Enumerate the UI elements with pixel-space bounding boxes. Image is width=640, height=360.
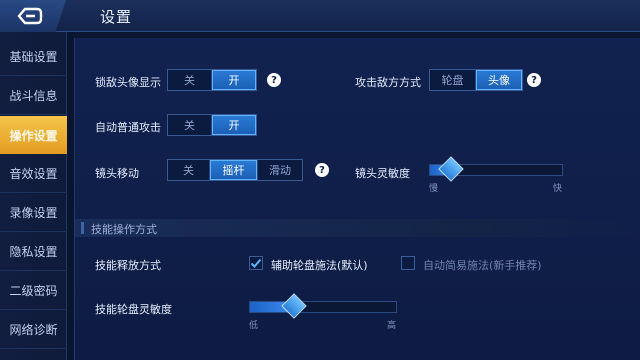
auto-attack-toggle: 关 开 [167, 114, 257, 136]
settings-panel: 锁敌头像显示 关 开 ? 攻击敌方方式 轮盘 头像 ? 自动普通攻击 关 开 镜… [74, 38, 640, 360]
cast-mode-label: 技能释放方式 [95, 259, 161, 272]
checkmark-icon [250, 258, 262, 268]
lock-avatar-on-option[interactable]: 开 [212, 70, 256, 90]
page-title: 设置 [100, 8, 133, 26]
settings-sidebar: 基础设置 战斗信息 操作设置 音效设置 录像设置 隐私设置 二级密码 网络诊断 [0, 32, 67, 360]
sidebar-item-sound[interactable]: 音效设置 [0, 155, 67, 193]
top-bar: 设置 [0, 0, 640, 32]
back-button[interactable] [0, 0, 66, 32]
camera-sensitivity-min-label: 慢 [429, 184, 439, 194]
skill-section-title: 技能操作方式 [91, 223, 157, 236]
cast-mode-assist-label[interactable]: 辅助轮盘施法(默认) [271, 257, 368, 273]
lock-avatar-toggle: 关 开 [167, 69, 257, 91]
back-arrow-icon [17, 7, 43, 25]
camera-sensitivity-thumb[interactable] [438, 156, 464, 182]
auto-attack-label: 自动普通攻击 [95, 121, 161, 134]
wheel-sensitivity-slider[interactable] [249, 293, 397, 319]
camera-sensitivity-max-label: 快 [553, 184, 563, 194]
attack-enemy-avatar-option[interactable]: 头像 [476, 70, 522, 90]
cast-mode-simple-label[interactable]: 自动简易施法(新手推荐) [423, 257, 542, 273]
camera-move-label: 镜头移动 [95, 167, 139, 180]
section-marker [81, 222, 84, 234]
attack-enemy-toggle: 轮盘 头像 [429, 69, 523, 91]
attack-enemy-label: 攻击敌方方式 [355, 76, 421, 89]
sidebar-item-network-diagnosis[interactable]: 网络诊断 [0, 311, 67, 349]
camera-sensitivity-slider[interactable] [429, 156, 563, 182]
camera-move-off-option[interactable]: 关 [168, 160, 210, 180]
sidebar-item-privacy[interactable]: 隐私设置 [0, 233, 67, 271]
auto-attack-on-option[interactable]: 开 [212, 115, 256, 135]
camera-move-help-icon[interactable]: ? [315, 163, 329, 177]
cast-mode-simple-checkbox[interactable] [401, 256, 415, 270]
wheel-sensitivity-thumb[interactable] [281, 293, 307, 319]
sidebar-item-battle-info[interactable]: 战斗信息 [0, 77, 67, 115]
attack-enemy-help-icon[interactable]: ? [527, 73, 541, 87]
wheel-sensitivity-label: 技能轮盘灵敏度 [95, 303, 172, 316]
lock-avatar-help-icon[interactable]: ? [267, 73, 281, 87]
sidebar-item-controls[interactable]: 操作设置 [0, 116, 67, 154]
attack-enemy-wheel-option[interactable]: 轮盘 [430, 70, 476, 90]
wheel-sensitivity-min-label: 低 [249, 321, 259, 331]
camera-sensitivity-label: 镜头灵敏度 [355, 167, 410, 180]
wheel-sensitivity-max-label: 高 [387, 321, 397, 331]
sidebar-item-basic[interactable]: 基础设置 [0, 38, 67, 76]
sidebar-item-secondary-password[interactable]: 二级密码 [0, 272, 67, 310]
skill-section-header: 技能操作方式 [75, 219, 640, 237]
auto-attack-off-option[interactable]: 关 [168, 115, 212, 135]
lock-avatar-label: 锁敌头像显示 [95, 76, 161, 89]
sidebar-item-recording[interactable]: 录像设置 [0, 194, 67, 232]
camera-move-swipe-option[interactable]: 滑动 [258, 160, 302, 180]
camera-move-toggle: 关 摇杆 滑动 [167, 159, 303, 181]
lock-avatar-off-option[interactable]: 关 [168, 70, 212, 90]
cast-mode-assist-checkbox[interactable] [249, 256, 263, 270]
camera-move-joystick-option[interactable]: 摇杆 [210, 160, 258, 180]
